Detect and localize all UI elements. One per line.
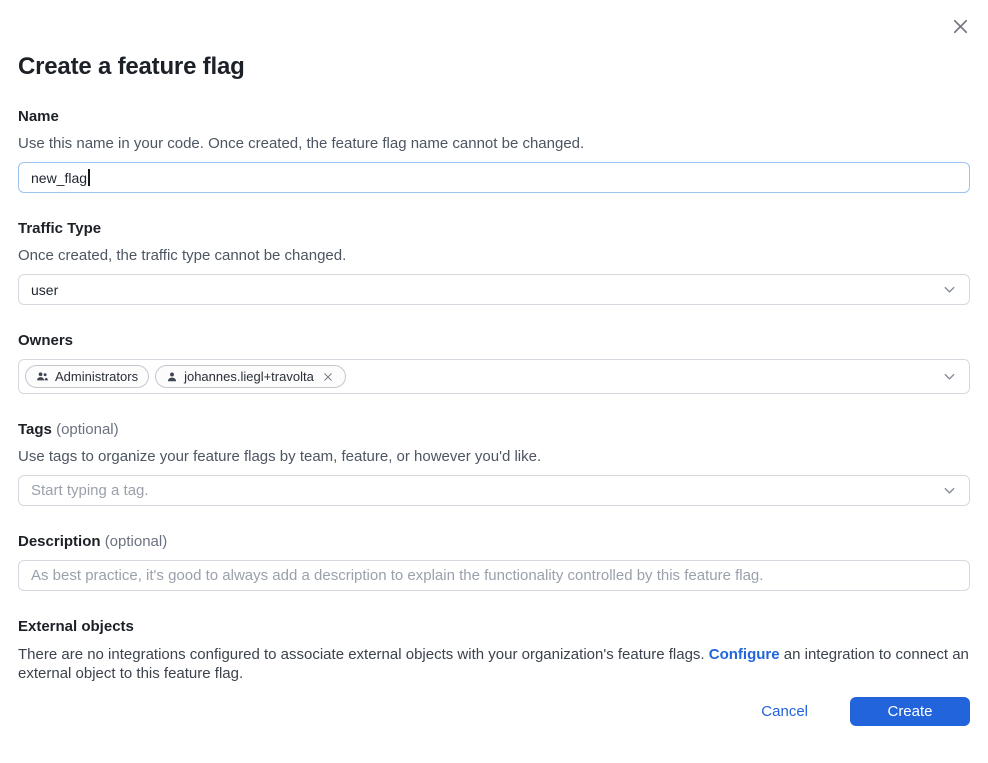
description-label: Description <box>18 533 101 550</box>
owners-multiselect[interactable]: Administrators johannes.liegl+travolta <box>18 359 970 394</box>
description-optional-tag: (optional) <box>105 533 168 550</box>
name-input-value: new_flag <box>31 170 87 186</box>
description-field-section: Description (optional) <box>18 533 970 591</box>
chip-remove-icon[interactable] <box>321 370 335 384</box>
owners-label: Owners <box>18 332 73 349</box>
chevron-down-icon <box>942 483 957 498</box>
configure-link[interactable]: Configure <box>709 646 780 663</box>
owner-chip-label: Administrators <box>55 369 138 384</box>
traffic-type-label: Traffic Type <box>18 220 101 237</box>
traffic-type-help-text: Once created, the traffic type cannot be… <box>18 246 970 265</box>
modal-title: Create a feature flag <box>18 0 970 81</box>
owner-chip-administrators[interactable]: Administrators <box>25 365 149 388</box>
text-caret <box>88 169 90 186</box>
modal-footer: Cancel Create <box>761 697 970 726</box>
traffic-type-value: user <box>31 282 58 298</box>
chevron-down-icon <box>942 282 957 297</box>
tags-select[interactable]: Start typing a tag. <box>18 475 970 506</box>
chevron-down-icon <box>942 369 957 384</box>
create-feature-flag-modal: Create a feature flag Name Use this name… <box>0 0 988 763</box>
create-button[interactable]: Create <box>850 697 970 726</box>
tags-field-section: Tags (optional) Use tags to organize you… <box>18 421 970 506</box>
owner-chip-label: johannes.liegl+travolta <box>184 369 314 384</box>
external-text-before: There are no integrations configured to … <box>18 646 709 663</box>
person-icon <box>166 371 178 383</box>
name-field-section: Name Use this name in your code. Once cr… <box>18 108 970 193</box>
traffic-type-select[interactable]: user <box>18 274 970 305</box>
close-button[interactable] <box>947 15 973 41</box>
owners-field-section: Owners Administrators johannes.liegl+tra… <box>18 332 970 394</box>
external-objects-section: External objects There are no integratio… <box>18 618 970 683</box>
name-help-text: Use this name in your code. Once created… <box>18 134 970 153</box>
cancel-button[interactable]: Cancel <box>761 703 808 720</box>
traffic-type-field-section: Traffic Type Once created, the traffic t… <box>18 220 970 305</box>
external-objects-text: There are no integrations configured to … <box>18 645 970 683</box>
owner-chip-user[interactable]: johannes.liegl+travolta <box>155 365 346 388</box>
description-input[interactable] <box>18 560 970 591</box>
group-icon <box>36 370 49 383</box>
tags-optional-tag: (optional) <box>56 421 119 438</box>
name-label: Name <box>18 108 59 125</box>
name-input[interactable]: new_flag <box>18 162 970 193</box>
tags-help-text: Use tags to organize your feature flags … <box>18 447 970 466</box>
tags-label: Tags <box>18 421 52 438</box>
tags-placeholder: Start typing a tag. <box>31 482 149 499</box>
close-icon <box>949 15 972 41</box>
external-objects-label: External objects <box>18 618 134 635</box>
